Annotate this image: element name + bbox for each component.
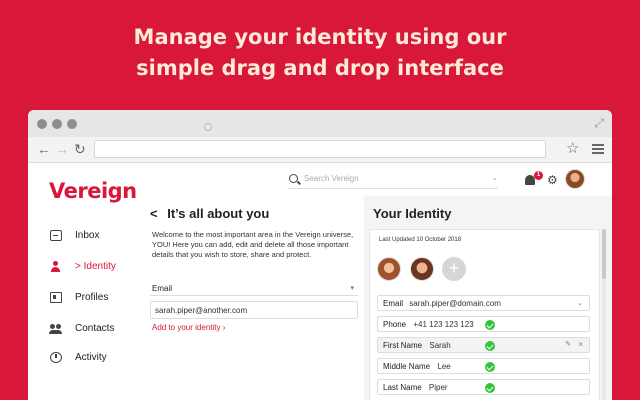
identity-field-phone[interactable]: Phone +41 123 123 123 [377, 316, 590, 332]
field-value: Sarah [429, 341, 451, 350]
search-dropdown-icon[interactable]: ⌄ [492, 174, 498, 182]
browser-window: ⤢ ← → ↻ ☆ Vereign ⌄ 1 ⚙ Inbox > Identity… [28, 110, 612, 400]
chevron-down-icon: ⌄ [577, 300, 583, 307]
sidebar-item-label: Activity [75, 351, 107, 363]
your-identity-panel: Your Identity Last Updated 10 October 20… [364, 196, 612, 400]
page-title: < It’s all about you [150, 206, 269, 221]
email-value: sarah.piper@domain.com [409, 299, 501, 308]
window-close-dot[interactable] [37, 119, 47, 129]
sidebar-item-inbox[interactable]: Inbox [50, 227, 99, 243]
verified-check-icon [485, 320, 495, 330]
welcome-text: Welcome to the most important area in th… [152, 230, 354, 259]
notification-count-badge: 1 [534, 171, 543, 180]
sidebar-item-activity[interactable]: Activity [50, 349, 107, 365]
field-label: Phone [383, 320, 407, 329]
identity-card: Last Updated 10 October 2018 + Email sar… [369, 229, 600, 400]
browser-titlebar: ⤢ [28, 110, 612, 137]
user-avatar[interactable] [565, 169, 585, 189]
contacts-icon [49, 323, 62, 334]
identity-field-first-name[interactable]: First Name Sarah ✎ × [377, 337, 590, 353]
window-maximize-dot[interactable] [67, 119, 77, 129]
close-icon[interactable]: × [578, 340, 583, 349]
identity-field-middle-name[interactable]: Middle Name Lee [377, 358, 590, 374]
field-value-input[interactable]: sarah.piper@another.com [150, 301, 358, 319]
reload-icon[interactable]: ↻ [74, 141, 86, 157]
field-type-select[interactable]: Email ▾ [150, 280, 358, 296]
window-minimize-dot[interactable] [52, 119, 62, 129]
search-icon [289, 174, 298, 183]
add-to-identity-link[interactable]: Add to your identity › [152, 323, 225, 332]
back-chevron-icon[interactable]: < [150, 206, 158, 221]
sidebar-item-label: Inbox [75, 229, 100, 241]
email-label: Email [383, 299, 404, 308]
field-value: Piper [428, 383, 448, 392]
address-bar[interactable] [94, 140, 546, 158]
sidebar-item-profiles[interactable]: Profiles [50, 289, 108, 305]
back-icon[interactable]: ← [37, 141, 51, 157]
vereign-logo[interactable]: Vereign [49, 179, 137, 203]
inbox-icon [50, 229, 62, 241]
promo-headline-line1: Manage your identity using our [133, 25, 507, 49]
sidebar-item-identity[interactable]: > Identity [50, 258, 116, 274]
browser-menu-icon[interactable] [592, 144, 604, 154]
field-label: Last Name [383, 383, 422, 392]
edit-icon[interactable]: ✎ [565, 340, 571, 348]
verified-check-icon [485, 362, 495, 372]
your-identity-title: Your Identity [373, 206, 452, 221]
profile-picture[interactable] [410, 257, 434, 281]
email-select[interactable]: Email sarah.piper@domain.com ⌄ [377, 295, 590, 311]
identity-scrollbar[interactable] [602, 229, 606, 400]
page-title-text: It’s all about you [167, 206, 270, 221]
bookmark-star-icon[interactable]: ☆ [566, 140, 579, 158]
field-value: +41 123 123 123 [413, 320, 474, 329]
field-type-value: Email [152, 284, 173, 293]
verified-check-icon [485, 341, 495, 351]
sidebar-item-label: Contacts [75, 322, 115, 334]
identity-field-last-name[interactable]: Last Name Piper [377, 379, 590, 395]
forward-icon[interactable]: → [55, 141, 69, 157]
scrollbar-thumb[interactable] [602, 229, 606, 279]
promo-headline: Manage your identity using our simple dr… [0, 22, 640, 84]
settings-gear-icon[interactable]: ⚙ [547, 174, 558, 186]
sidebar-item-label: > Identity [75, 260, 116, 272]
field-value: Lee [437, 362, 451, 371]
chevron-down-icon: ▾ [350, 285, 354, 292]
verified-check-icon [485, 383, 495, 393]
id-card-icon [50, 291, 62, 303]
field-label: First Name [383, 341, 423, 350]
field-label: Middle Name [383, 362, 431, 371]
browser-toolbar: ← → ↻ ☆ [28, 137, 612, 163]
search-input[interactable] [304, 174, 474, 183]
search-bar: ⌄ [288, 173, 498, 189]
clock-icon [50, 351, 62, 363]
profile-picture[interactable] [377, 257, 401, 281]
fullscreen-icon[interactable]: ⤢ [594, 116, 604, 131]
promo-headline-line2: simple drag and drop interface [136, 56, 504, 80]
sidebar-item-contacts[interactable]: Contacts [49, 320, 115, 336]
add-picture-button[interactable]: + [442, 257, 466, 281]
person-icon [50, 260, 62, 272]
sidebar-item-label: Profiles [75, 291, 109, 303]
tab-loading-icon [204, 123, 212, 131]
last-updated-text: Last Updated 10 October 2018 [379, 237, 462, 243]
